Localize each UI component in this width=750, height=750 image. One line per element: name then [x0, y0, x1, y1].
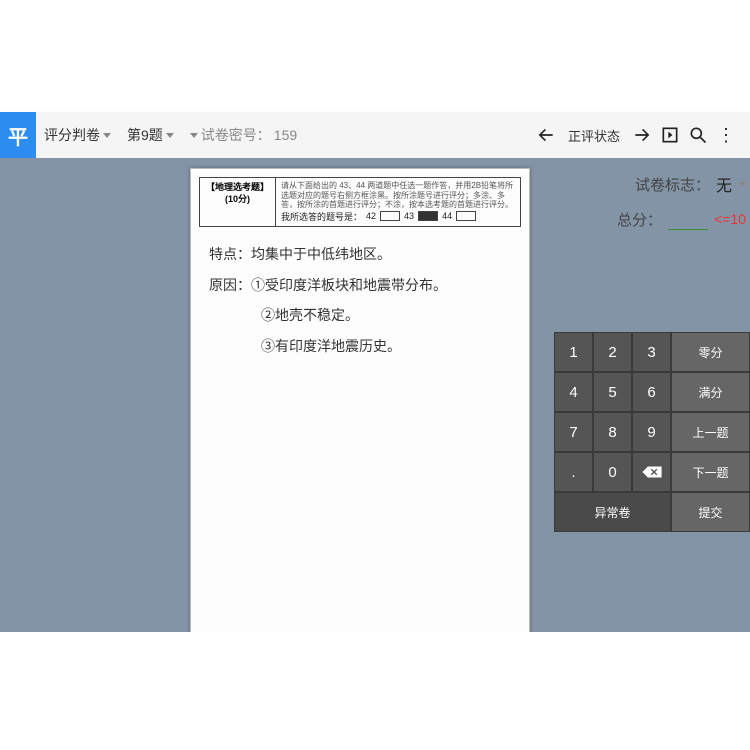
prev-arrow-icon[interactable]: [532, 121, 560, 149]
key-8[interactable]: 8: [593, 412, 632, 452]
paper-id-dropdown[interactable]: 试卷密号：159: [182, 125, 305, 145]
hw-text-2c: ③有印度洋地震历史。: [261, 340, 401, 355]
key-0[interactable]: 0: [593, 452, 632, 492]
handwriting-area: 特点：均集中于中低纬地区。 原因：①受印度洋板块和地震带分布。 ②地壳不稳定。 …: [191, 227, 529, 378]
more-icon[interactable]: ⋮: [712, 121, 740, 149]
key-abnormal[interactable]: 异常卷: [554, 492, 671, 532]
key-zero-score[interactable]: 零分: [671, 332, 750, 372]
choice-43: 43: [404, 211, 414, 221]
status-label: 正评状态: [560, 126, 628, 145]
mark-value[interactable]: 无: [716, 172, 732, 196]
choice-label: 我所选答的题号是：: [281, 210, 362, 223]
mark-row: 试卷标志： 无: [635, 172, 746, 196]
key-full-score[interactable]: 满分: [671, 372, 750, 412]
key-7[interactable]: 7: [554, 412, 593, 452]
caret-down-icon: [190, 133, 198, 138]
choice-43-box: [418, 211, 438, 221]
backspace-icon: [641, 465, 663, 479]
score-input[interactable]: [668, 208, 708, 230]
score-row: 总分： <=10: [617, 208, 746, 230]
hw-label-1: 特点：: [209, 241, 251, 272]
subject-box: 【地理选考题】 (10分): [200, 178, 276, 226]
question-label: 第9题: [127, 125, 163, 145]
hw-label-2: 原因：: [209, 272, 251, 303]
caret-down-icon: [738, 182, 746, 187]
mode-label: 评分判卷: [44, 125, 100, 145]
subject-line2: (10分): [206, 194, 269, 206]
grading-canvas: 【地理选考题】 (10分) 请从下面给出的 43、44 两道题中任选一题作答，并…: [0, 158, 750, 632]
hw-text-1: 均集中于中低纬地区。: [251, 248, 391, 263]
key-2[interactable]: 2: [593, 332, 632, 372]
instruction-text: 请从下面给出的 43、44 两道题中任选一题作答，并用2B铅笔将所选题对应的题号…: [281, 181, 515, 210]
choice-row: 我所选答的题号是： 42 43 44: [281, 210, 515, 223]
paper-id-value: 159: [274, 127, 297, 143]
key-next-question[interactable]: 下一题: [671, 452, 750, 492]
choice-44-box: [456, 211, 476, 221]
export-icon[interactable]: [656, 121, 684, 149]
key-submit[interactable]: 提交: [671, 492, 750, 532]
hw-text-2a: ①受印度洋板块和地震带分布。: [251, 279, 447, 294]
key-3[interactable]: 3: [632, 332, 671, 372]
key-prev-question[interactable]: 上一题: [671, 412, 750, 452]
choice-44: 44: [442, 211, 452, 221]
search-icon[interactable]: [684, 121, 712, 149]
answer-sheet[interactable]: 【地理选考题】 (10分) 请从下面给出的 43、44 两道题中任选一题作答，并…: [190, 168, 530, 632]
key-backspace[interactable]: [632, 452, 671, 492]
key-5[interactable]: 5: [593, 372, 632, 412]
paper-id-label: 试卷密号：: [201, 125, 271, 145]
choice-42: 42: [366, 211, 376, 221]
score-keypad: 1 2 3 零分 4 5 6 满分 7 8 9 上一题 . 0 下一题 异常卷: [554, 332, 750, 532]
question-dropdown[interactable]: 第9题: [119, 125, 182, 145]
app-logo: 平: [0, 112, 36, 158]
key-9[interactable]: 9: [632, 412, 671, 452]
key-4[interactable]: 4: [554, 372, 593, 412]
choice-42-box: [380, 211, 400, 221]
total-label: 总分：: [617, 209, 662, 230]
key-1[interactable]: 1: [554, 332, 593, 372]
hw-text-2b: ②地壳不稳定。: [261, 309, 359, 324]
header-bar: 平 评分判卷 第9题 试卷密号：159 正评状态: [0, 112, 750, 158]
key-dot[interactable]: .: [554, 452, 593, 492]
paper-header: 【地理选考题】 (10分) 请从下面给出的 43、44 两道题中任选一题作答，并…: [199, 177, 521, 227]
next-arrow-icon[interactable]: [628, 121, 656, 149]
subject-line1: 【地理选考题】: [206, 182, 269, 194]
key-6[interactable]: 6: [632, 372, 671, 412]
max-score: <=10: [714, 211, 746, 227]
mode-dropdown[interactable]: 评分判卷: [36, 125, 119, 145]
instruction-box: 请从下面给出的 43、44 两道题中任选一题作答，并用2B铅笔将所选题对应的题号…: [276, 178, 520, 226]
caret-down-icon: [103, 133, 111, 138]
mark-label: 试卷标志：: [635, 174, 710, 195]
caret-down-icon: [166, 133, 174, 138]
